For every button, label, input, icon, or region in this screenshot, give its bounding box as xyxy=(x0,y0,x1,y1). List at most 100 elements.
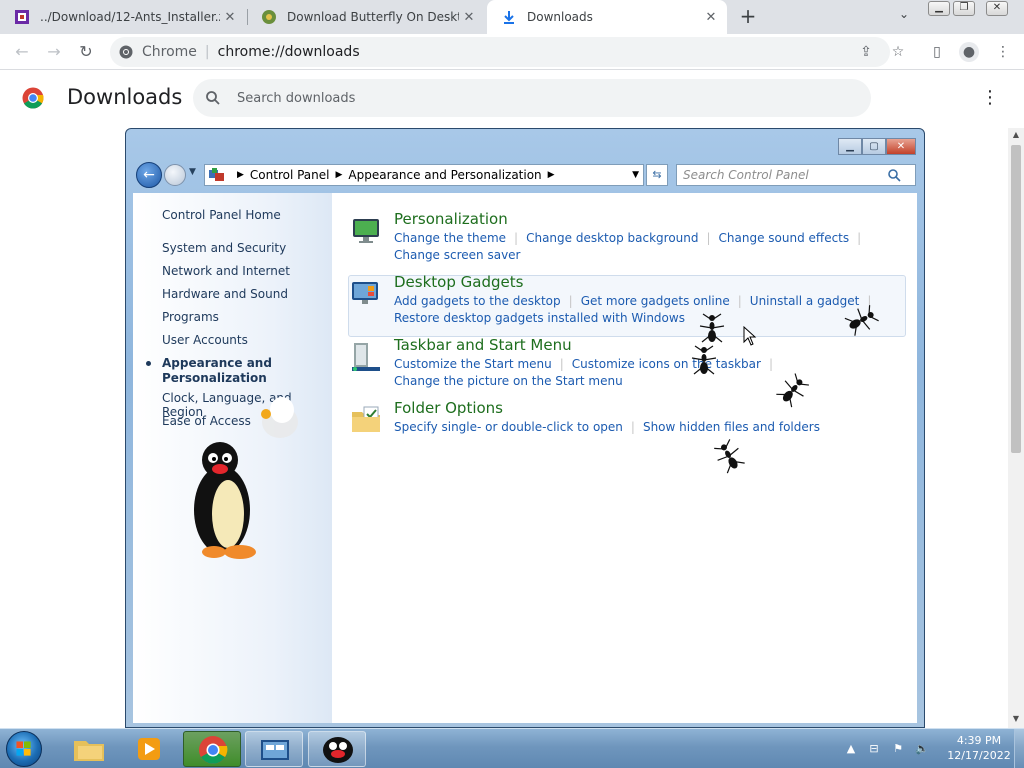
search-input[interactable] xyxy=(237,90,837,106)
category-title[interactable]: Desktop Gadgets xyxy=(394,273,523,291)
gadgets-icon xyxy=(352,282,378,304)
nav-programs[interactable]: Programs xyxy=(162,310,219,324)
category-links: Add gadgets to the desktop | Get more gadg… xyxy=(394,293,874,327)
nav-control-panel-home[interactable]: Control Panel Home xyxy=(162,208,281,222)
reload-icon[interactable]: ↻ xyxy=(75,41,97,63)
link-get-more-gadgets[interactable]: Get more gadgets online xyxy=(581,294,730,308)
page-scrollbar[interactable]: ▲ ▼ xyxy=(1008,128,1024,728)
link-change-screen-saver[interactable]: Change screen saver xyxy=(394,248,521,262)
category-list: Personalization Change the theme | Change … xyxy=(332,193,917,723)
show-hidden-icons-chevron-icon[interactable]: ▲ xyxy=(843,741,859,757)
link-change-desktop-background[interactable]: Change desktop background xyxy=(526,231,698,245)
forward-arrow-icon[interactable]: → xyxy=(43,41,65,63)
link-uninstall-gadget[interactable]: Uninstall a gadget xyxy=(750,294,860,308)
link-change-theme[interactable]: Change the theme xyxy=(394,231,506,245)
control-panel-icon xyxy=(209,168,224,181)
nav-system-security[interactable]: System and Security xyxy=(162,241,286,255)
breadcrumb-chevron-icon[interactable]: ▶ xyxy=(237,170,244,180)
nav-user-accounts[interactable]: User Accounts xyxy=(162,333,248,347)
breadcrumb-chevron-icon[interactable]: ▶ xyxy=(336,170,343,180)
cp-back-button[interactable]: ← xyxy=(136,162,162,188)
side-panel-icon[interactable]: ▯ xyxy=(927,42,947,62)
scroll-down-arrow-icon[interactable]: ▼ xyxy=(1008,712,1024,726)
start-button[interactable] xyxy=(6,731,42,767)
close-icon[interactable]: ✕ xyxy=(701,10,721,25)
close-window-button[interactable]: ✕ xyxy=(986,1,1008,16)
breadcrumb-appearance[interactable]: Appearance and Personalization xyxy=(348,168,541,182)
control-panel-window: ▁ ▢ ✕ ← ▼ ▶ Control Panel ▶ Appearance a… xyxy=(125,128,925,728)
cp-search-box[interactable] xyxy=(676,164,916,186)
profile-avatar-icon[interactable]: ● xyxy=(959,42,979,62)
ant-sprite xyxy=(691,345,717,375)
close-icon[interactable]: ✕ xyxy=(220,10,240,25)
taskbar-chrome[interactable] xyxy=(183,731,241,767)
link-divider: | xyxy=(857,231,862,245)
tab-downloads[interactable]: Downloads ✕ xyxy=(487,0,727,34)
cp-minimize-button[interactable]: ▁ xyxy=(838,138,862,155)
refresh-icon[interactable]: ⇆ xyxy=(646,164,668,186)
new-tab-button[interactable]: + xyxy=(736,5,760,29)
category-links: Specify single- or double-click to open |… xyxy=(394,419,874,436)
taskbar-pingu[interactable] xyxy=(308,731,366,767)
back-arrow-icon[interactable]: ← xyxy=(11,41,33,63)
nav-ease-of-access[interactable]: Ease of Access xyxy=(162,414,251,428)
downloads-search-box[interactable] xyxy=(193,79,871,117)
link-change-start-picture[interactable]: Change the picture on the Start menu xyxy=(394,374,623,388)
nav-network-internet[interactable]: Network and Internet xyxy=(162,264,290,278)
link-restore-gadgets[interactable]: Restore desktop gadgets installed with W… xyxy=(394,311,685,325)
tab-title: Downloads xyxy=(527,10,593,24)
link-customize-start-menu[interactable]: Customize the Start menu xyxy=(394,357,552,371)
link-change-sound-effects[interactable]: Change sound effects xyxy=(719,231,850,245)
windows-logo-icon xyxy=(16,741,31,756)
cp-forward-button[interactable] xyxy=(164,164,186,186)
taskbar-clock[interactable]: 4:39 PM 12/17/2022 xyxy=(944,733,1014,763)
omnibox[interactable]: Chrome | chrome://downloads xyxy=(110,37,890,67)
show-desktop-button[interactable] xyxy=(1014,729,1024,768)
explorer-icon xyxy=(74,741,104,761)
category-title[interactable]: Folder Options xyxy=(394,399,503,417)
history-dropdown-icon[interactable]: ▼ xyxy=(189,167,196,177)
action-center-flag-icon[interactable]: ⚑ xyxy=(890,741,906,757)
share-icon[interactable]: ⇪ xyxy=(856,42,876,62)
category-title[interactable]: Taskbar and Start Menu xyxy=(394,336,572,354)
volume-icon[interactable]: 🔈 xyxy=(914,741,930,757)
category-title[interactable]: Personalization xyxy=(394,210,508,228)
scroll-thumb[interactable] xyxy=(1011,145,1021,453)
breadcrumb[interactable]: ▶ Control Panel ▶ Appearance and Persona… xyxy=(204,164,644,186)
link-add-gadgets[interactable]: Add gadgets to the desktop xyxy=(394,294,561,308)
tab-ants-installer[interactable]: ../Download/12-Ants_Installer.zip ✕ xyxy=(0,0,246,34)
tab-title: ../Download/12-Ants_Installer.zip xyxy=(40,10,220,24)
tab-butterfly[interactable]: Download Butterfly On Desktop ✕ xyxy=(247,0,485,34)
omnibox-divider: | xyxy=(204,44,210,60)
taskbar-control-panel[interactable] xyxy=(245,731,303,767)
current-item-bullet xyxy=(146,361,151,366)
breadcrumb-control-panel[interactable]: Control Panel xyxy=(250,168,330,182)
monitor-icon xyxy=(353,219,379,243)
close-icon[interactable]: ✕ xyxy=(459,10,479,25)
taskbar-media-player[interactable] xyxy=(120,731,178,767)
chrome-logo xyxy=(22,87,44,109)
link-customize-taskbar-icons[interactable]: Customize icons on the taskbar xyxy=(572,357,761,371)
breadcrumb-chevron-icon[interactable]: ▶ xyxy=(548,170,555,180)
cp-search-input[interactable] xyxy=(677,168,887,182)
maximize-button[interactable]: ❐ xyxy=(953,1,975,16)
tab-search-chevron-icon[interactable]: ⌄ xyxy=(894,7,914,27)
cp-maximize-button[interactable]: ▢ xyxy=(862,138,886,155)
chrome-menu-icon[interactable]: ⋮ xyxy=(993,42,1013,62)
tab-title: Download Butterfly On Desktop xyxy=(287,10,459,24)
media-player-icon xyxy=(138,738,160,760)
bookmark-star-icon[interactable]: ☆ xyxy=(888,42,908,62)
folder-icon xyxy=(352,406,380,432)
minimize-button[interactable]: ▁ xyxy=(928,1,950,16)
network-icon[interactable]: ⊟ xyxy=(866,741,882,757)
more-actions-icon[interactable]: ⋮ xyxy=(980,88,1000,108)
address-dropdown-icon[interactable]: ▼ xyxy=(632,170,639,180)
cp-close-button[interactable]: ✕ xyxy=(886,138,916,155)
archive-icon xyxy=(15,10,29,24)
taskbar-explorer[interactable] xyxy=(60,731,118,767)
nav-appearance-personalization[interactable]: Appearance and Personalization xyxy=(162,356,272,386)
link-single-double-click[interactable]: Specify single- or double-click to open xyxy=(394,420,623,434)
nav-hardware-sound[interactable]: Hardware and Sound xyxy=(162,287,288,301)
download-icon xyxy=(504,11,514,24)
scroll-up-arrow-icon[interactable]: ▲ xyxy=(1008,128,1024,142)
